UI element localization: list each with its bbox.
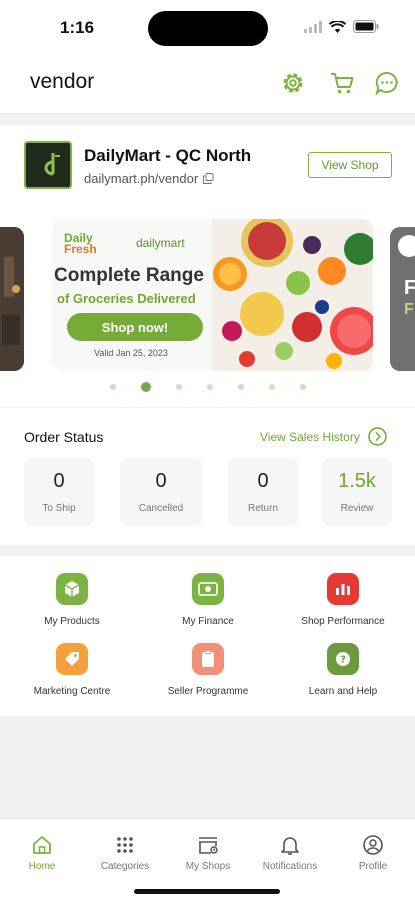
svg-text:?: ? xyxy=(340,655,346,666)
carousel-dot[interactable] xyxy=(176,384,182,390)
nav-label: Profile xyxy=(358,861,388,872)
signal-icon xyxy=(304,20,322,33)
shortcut-learn-and-help[interactable]: ? Learn and Help xyxy=(284,643,402,697)
carousel-dot[interactable] xyxy=(269,384,275,390)
shortcut-seller-programme[interactable]: Seller Programme xyxy=(149,643,267,697)
shop-url[interactable]: dailymart.ph/vendor xyxy=(84,171,214,186)
nav-label: Home xyxy=(28,861,56,872)
carousel-dot[interactable] xyxy=(207,384,213,390)
dailymart-banner-logo: dailymart xyxy=(136,236,185,250)
nav-label: Notifications xyxy=(262,861,318,872)
stat-label: Return xyxy=(247,503,278,514)
home-indicator[interactable] xyxy=(134,889,280,894)
shortcut-my-finance[interactable]: My Finance xyxy=(149,573,267,627)
shortcut-label: My Products xyxy=(44,616,100,627)
fruit-platter-image xyxy=(212,219,373,371)
help-icon: ? xyxy=(327,643,359,675)
banner-carousel[interactable]: Daily Fresh dailymart Complete Range of G… xyxy=(0,207,415,407)
nav-home[interactable]: Home xyxy=(2,834,82,872)
app-header: vendor xyxy=(0,52,415,114)
shortcut-label: Seller Programme xyxy=(167,686,249,697)
stat-review[interactable]: 1.5k Review xyxy=(322,458,392,526)
shop-icon xyxy=(168,834,248,856)
shortcut-grid: My Products My Finance Shop Performance … xyxy=(0,556,415,716)
box-icon xyxy=(56,573,88,605)
next-banner-letter: F xyxy=(404,277,415,299)
shortcut-label: Marketing Centre xyxy=(33,686,111,697)
nav-profile[interactable]: Profile xyxy=(333,834,413,872)
cart-icon[interactable] xyxy=(329,70,355,96)
chevron-right-circle-icon[interactable] xyxy=(368,427,387,446)
dailyfresh-logo: Daily Fresh xyxy=(64,231,97,256)
order-status-section: Order Status View Sales History 0 To Shi… xyxy=(0,408,415,545)
banner-valid-date: Valid Jan 25, 2023 xyxy=(94,348,168,358)
wifi-icon xyxy=(329,20,346,33)
carousel-dot[interactable] xyxy=(110,384,116,390)
status-time: 1:16 xyxy=(60,18,95,37)
stat-label: To Ship xyxy=(42,503,76,514)
nav-label: My Shops xyxy=(185,861,231,872)
shop-logo xyxy=(24,141,72,189)
bar-chart-icon xyxy=(327,573,359,605)
money-icon xyxy=(192,573,224,605)
status-icons xyxy=(304,20,379,33)
copy-icon[interactable] xyxy=(203,173,214,184)
stat-value: 0 xyxy=(155,470,167,492)
next-banner-peek[interactable]: F F xyxy=(390,227,415,371)
carousel-dots xyxy=(110,382,331,392)
view-sales-history-link[interactable]: View Sales History xyxy=(260,427,387,446)
stat-value: 0 xyxy=(53,470,65,492)
carousel-dot[interactable] xyxy=(238,384,244,390)
bell-icon xyxy=(250,834,330,856)
bottom-navigation: Home Categories My Shops Notifications P… xyxy=(0,818,415,900)
promo-banner[interactable]: Daily Fresh dailymart Complete Range of G… xyxy=(52,219,373,371)
stat-label: Review xyxy=(340,503,374,514)
home-icon xyxy=(2,834,82,856)
banner-headline: Complete Range xyxy=(54,265,204,286)
dynamic-island xyxy=(148,11,268,46)
dailymart-logo-icon xyxy=(44,153,60,176)
shortcut-my-products[interactable]: My Products xyxy=(13,573,131,627)
next-banner-badge xyxy=(398,235,415,257)
page-title: vendor xyxy=(30,70,95,93)
tag-icon xyxy=(56,643,88,675)
order-status-title: Order Status xyxy=(24,429,104,445)
shortcut-shop-performance[interactable]: Shop Performance xyxy=(284,573,402,627)
stat-label: Cancelled xyxy=(138,503,184,514)
battery-icon xyxy=(353,20,379,33)
stat-to-ship[interactable]: 0 To Ship xyxy=(24,458,94,526)
shop-name: DailyMart - QC North xyxy=(84,146,252,165)
carousel-dot[interactable] xyxy=(300,384,306,390)
prev-banner-image xyxy=(0,227,24,371)
dailymart-brand-text: dailymart xyxy=(136,236,185,250)
status-bar: 1:16 xyxy=(0,0,415,52)
nav-categories[interactable]: Categories xyxy=(85,834,165,872)
chat-icon[interactable] xyxy=(374,70,400,96)
shortcut-label: My Finance xyxy=(182,616,234,627)
shortcut-marketing-centre[interactable]: Marketing Centre xyxy=(13,643,131,697)
next-banner-letter-2: F xyxy=(404,301,414,318)
profile-icon xyxy=(333,834,413,856)
clipboard-icon xyxy=(192,643,224,675)
nav-my-shops[interactable]: My Shops xyxy=(168,834,248,872)
carousel-dot-active[interactable] xyxy=(141,382,151,392)
gear-icon[interactable] xyxy=(280,70,306,96)
stat-value: 0 xyxy=(257,470,269,492)
stat-value: 1.5k xyxy=(338,470,376,492)
shortcut-label: Learn and Help xyxy=(308,686,378,697)
shop-url-text: dailymart.ph/vendor xyxy=(84,171,199,186)
shop-card: DailyMart - QC North dailymart.ph/vendor… xyxy=(0,125,415,207)
shop-now-button[interactable]: Shop now! xyxy=(67,313,203,341)
view-shop-button[interactable]: View Shop xyxy=(308,152,392,178)
stat-return[interactable]: 0 Return xyxy=(228,458,298,526)
prev-banner-peek[interactable] xyxy=(0,227,24,371)
shortcut-label: Shop Performance xyxy=(301,616,385,627)
banner-subheadline: of Groceries Delivered xyxy=(57,291,196,306)
nav-notifications[interactable]: Notifications xyxy=(250,834,330,872)
view-sales-history-label: View Sales History xyxy=(260,429,360,444)
grid-icon xyxy=(85,834,165,856)
nav-label: Categories xyxy=(100,861,150,872)
stat-cancelled[interactable]: 0 Cancelled xyxy=(120,458,202,526)
